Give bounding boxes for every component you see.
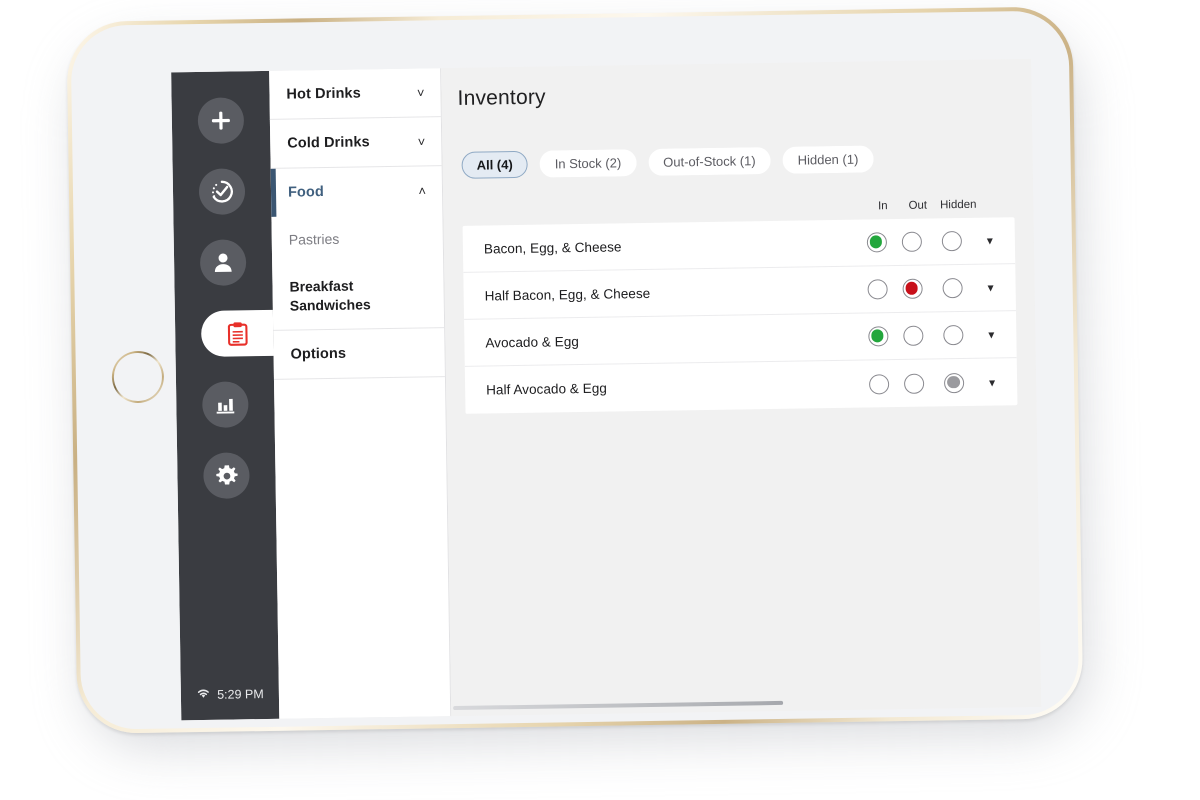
- filter-chip-hidden[interactable]: Hidden (1): [782, 145, 874, 174]
- filter-chip-group: All (4) In Stock (2) Out-of-Stock (1) Hi…: [461, 143, 1013, 179]
- radio-out[interactable]: [895, 325, 930, 347]
- radio-out[interactable]: [894, 231, 929, 253]
- category-label: Cold Drinks: [287, 134, 370, 152]
- inventory-button[interactable]: [200, 309, 274, 357]
- person-icon: [210, 249, 236, 275]
- category-header-food[interactable]: Food ˄: [271, 166, 443, 217]
- subcategory-breakfast-sandwiches[interactable]: Breakfast Sandwiches: [272, 261, 444, 329]
- radio-in[interactable]: [861, 373, 896, 395]
- filter-chip-in-stock[interactable]: In Stock (2): [539, 149, 637, 178]
- category-label: Food: [287, 184, 325, 201]
- radio-hidden[interactable]: [929, 278, 975, 299]
- column-header-in: In: [877, 200, 888, 213]
- bar-chart-icon: [212, 391, 238, 417]
- table-row[interactable]: Half Avocado & Egg ▾: [465, 358, 1018, 414]
- title-bar: Inventory: [441, 58, 1033, 131]
- content-area: All (4) In Stock (2) Out-of-Stock (1) Hi…: [442, 121, 1041, 716]
- status-time: 5:29 PM: [217, 686, 264, 702]
- category-group-hot-drinks: Hot Drinks ˅: [269, 68, 441, 120]
- radio-hidden[interactable]: [929, 231, 975, 252]
- screenshot-canvas: 5:29 PM Hot Drinks ˅ Cold Drinks ˅ Food …: [0, 0, 1200, 800]
- item-name: Avocado & Egg: [485, 333, 580, 351]
- category-group-options: Options: [273, 327, 445, 380]
- chevron-down-icon[interactable]: ▾: [975, 233, 1005, 248]
- clock-check-icon: [209, 178, 235, 204]
- item-name: Half Bacon, Egg, & Cheese: [484, 285, 651, 304]
- chevron-up-icon: ˄: [418, 182, 427, 199]
- item-name: Half Avocado & Egg: [486, 380, 607, 398]
- category-group-cold-drinks: Cold Drinks ˅: [269, 117, 442, 169]
- category-header-hot-drinks[interactable]: Hot Drinks ˅: [269, 68, 441, 119]
- app-screen: 5:29 PM Hot Drinks ˅ Cold Drinks ˅ Food …: [171, 58, 1042, 721]
- gear-icon: [214, 463, 239, 488]
- chevron-down-icon: ˅: [416, 84, 425, 101]
- category-label: Options: [290, 345, 347, 363]
- main-pane: Inventory All (4) In Stock (2) Out-of-St…: [441, 58, 1042, 717]
- settings-button[interactable]: [203, 452, 250, 499]
- radio-out[interactable]: [896, 373, 931, 394]
- orders-button[interactable]: [198, 168, 246, 215]
- status-bar: 5:29 PM: [181, 686, 279, 703]
- add-button[interactable]: [197, 97, 245, 144]
- subcategory-pastries[interactable]: Pastries: [271, 214, 443, 264]
- table-column-headers: In Out Hidden: [462, 198, 1014, 219]
- radio-in[interactable]: [859, 232, 894, 253]
- radio-out[interactable]: [894, 278, 929, 300]
- clipboard-icon: [224, 320, 251, 347]
- reports-button[interactable]: [201, 381, 249, 428]
- radio-hidden[interactable]: [930, 325, 976, 346]
- category-header-options[interactable]: Options: [273, 328, 445, 379]
- chevron-down-icon[interactable]: ▾: [976, 280, 1006, 295]
- item-name: Bacon, Egg, & Cheese: [483, 238, 622, 257]
- chevron-down-icon[interactable]: ▾: [976, 327, 1006, 342]
- inventory-table: Bacon, Egg, & Cheese ▾ Half Bacon, Egg, …: [462, 217, 1018, 414]
- chevron-down-icon: ˅: [417, 133, 426, 150]
- device-glass: 5:29 PM Hot Drinks ˅ Cold Drinks ˅ Food …: [70, 10, 1080, 730]
- wifi-icon: [196, 687, 211, 702]
- filter-chip-all[interactable]: All (4): [461, 150, 528, 179]
- customers-button[interactable]: [199, 239, 247, 286]
- category-sidebar: Hot Drinks ˅ Cold Drinks ˅ Food ˄ Pastri…: [269, 68, 452, 719]
- chevron-down-icon[interactable]: ▾: [977, 375, 1007, 389]
- device-bezel: 5:29 PM Hot Drinks ˅ Cold Drinks ˅ Food …: [66, 6, 1084, 734]
- category-header-cold-drinks[interactable]: Cold Drinks ˅: [270, 117, 442, 168]
- radio-hidden[interactable]: [931, 372, 977, 393]
- radio-in[interactable]: [860, 326, 895, 347]
- plus-icon: [208, 107, 234, 133]
- column-header-out: Out: [908, 199, 928, 212]
- tablet-device: 5:29 PM Hot Drinks ˅ Cold Drinks ˅ Food …: [66, 6, 1097, 752]
- home-button[interactable]: [111, 350, 165, 404]
- page-title: Inventory: [457, 85, 546, 110]
- active-category-accent: [270, 168, 277, 217]
- radio-in[interactable]: [859, 279, 894, 300]
- column-header-hidden: Hidden: [939, 198, 977, 212]
- filter-chip-out-of-stock[interactable]: Out-of-Stock (1): [647, 147, 771, 176]
- category-group-food: Food ˄ Pastries Breakfast Sandwiches: [270, 166, 445, 331]
- nav-rail: 5:29 PM: [171, 70, 280, 721]
- category-label: Hot Drinks: [286, 85, 361, 103]
